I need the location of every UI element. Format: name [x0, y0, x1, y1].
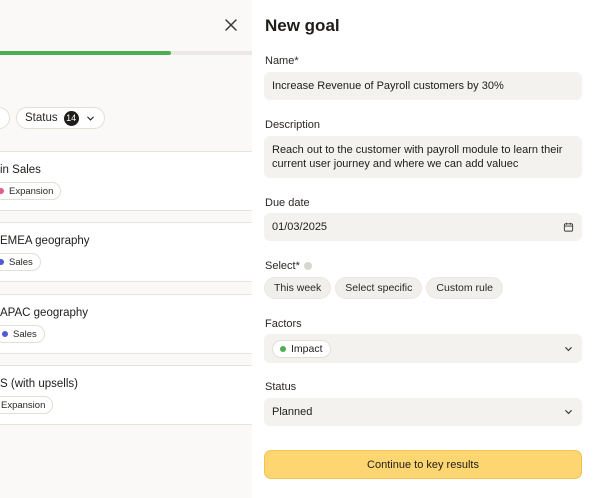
select-options: This week Select specific Custom rule: [264, 277, 503, 299]
status-count-badge: 14: [63, 110, 79, 126]
factor-chip-label: Impact: [291, 342, 323, 355]
goal-tag: Sales: [0, 253, 41, 271]
page-title: New goal: [265, 16, 340, 35]
select-label-wrap: Select*: [265, 260, 312, 272]
goal-tag-label: Expansion: [1, 399, 46, 411]
description-label: Description: [265, 119, 321, 131]
factors-label: Factors: [265, 318, 302, 330]
status-filter-label: Status: [25, 112, 58, 124]
goal-title: EMEA geography: [0, 235, 90, 247]
goal-card[interactable]: in Sales Expansion: [0, 151, 252, 211]
continue-button[interactable]: Continue to key results: [264, 450, 582, 479]
goal-card[interactable]: S (with upsells) Expansion: [0, 365, 252, 425]
select-label: Select*: [265, 260, 300, 272]
close-icon[interactable]: [222, 16, 240, 34]
goal-tag: Expansion: [0, 396, 54, 414]
option-custom-rule[interactable]: Custom rule: [426, 277, 503, 299]
goal-tag-label: Expansion: [9, 185, 54, 197]
option-select-specific[interactable]: Select specific: [335, 277, 423, 299]
chevron-down-icon[interactable]: [563, 407, 574, 418]
chevron-down-icon[interactable]: [563, 343, 574, 354]
goal-tag-label: Sales: [13, 328, 37, 340]
info-icon[interactable]: [303, 262, 312, 271]
status-filter-button[interactable]: Status 14: [16, 107, 105, 129]
goal-title: APAC geography: [0, 307, 89, 319]
goal-tag: Sales: [0, 325, 45, 343]
goal-card[interactable]: APAC geography Sales: [0, 294, 252, 354]
goal-tag: Expansion: [0, 182, 62, 200]
name-label: Name*: [265, 55, 299, 67]
status-label: Status: [265, 381, 297, 393]
goal-title: in Sales: [0, 164, 41, 176]
status-select[interactable]: Planned: [264, 398, 582, 426]
name-field[interactable]: Increase Revenue of Payroll customers by…: [264, 72, 582, 100]
factors-select[interactable]: Impact: [264, 334, 582, 363]
description-field[interactable]: Reach out to the customer with payroll m…: [264, 136, 582, 178]
goal-card[interactable]: EMEA geography Sales: [0, 222, 252, 282]
description-value: Reach out to the customer with payroll m…: [272, 144, 563, 170]
option-this-week[interactable]: This week: [264, 277, 332, 299]
due-date-label: Due date: [265, 197, 310, 209]
goals-list-panel: Status 14 in Sales Expansion EMEA geogra…: [0, 0, 252, 498]
goal-title: S (with upsells): [0, 378, 78, 390]
tag-color-dot: [0, 188, 4, 194]
due-date-field[interactable]: 01/03/2025: [264, 213, 582, 241]
tag-color-dot: [2, 331, 8, 337]
status-value: Planned: [272, 406, 313, 418]
filter-chip[interactable]: [0, 107, 10, 129]
tag-color-dot: [0, 259, 4, 265]
progress-bar: [0, 51, 172, 55]
new-goal-form: New goal Name* Increase Revenue of Payro…: [252, 0, 594, 498]
chevron-down-icon: [86, 116, 94, 121]
goal-tag-label: Sales: [9, 256, 33, 268]
due-date-value: 01/03/2025: [272, 221, 328, 233]
name-value: Increase Revenue of Payroll customers by…: [272, 80, 504, 92]
factor-color-dot: [280, 345, 286, 352]
calendar-icon[interactable]: [563, 222, 574, 233]
factor-chip[interactable]: Impact: [272, 339, 331, 358]
